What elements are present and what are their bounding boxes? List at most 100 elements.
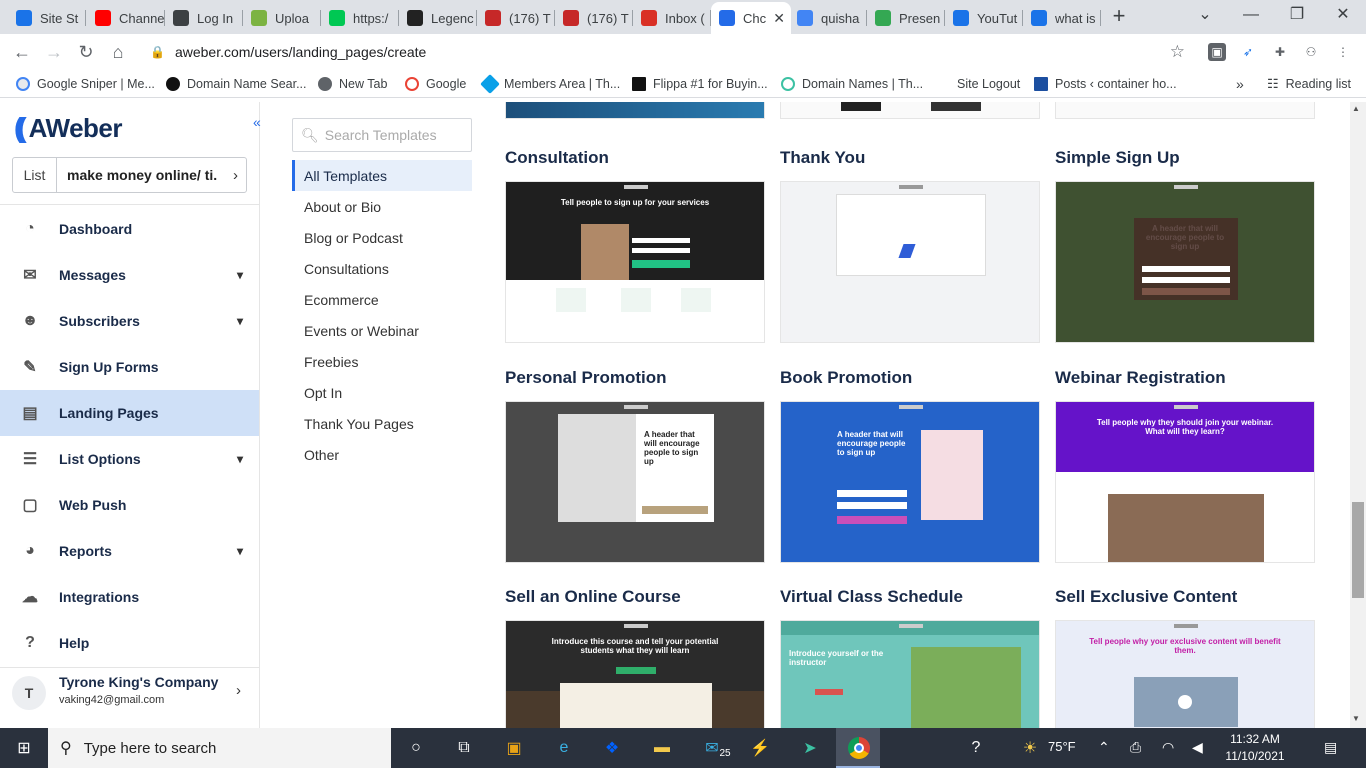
sidebar-item-help[interactable]: ? Help	[0, 620, 259, 666]
template-title[interactable]: Simple Sign Up	[1055, 148, 1315, 170]
filter-about-or-bio[interactable]: About or Bio	[292, 191, 472, 222]
template-card[interactable]: Simple Sign Up A header that will encoura…	[1055, 148, 1315, 343]
bookmark-item[interactable]: Site Logout	[957, 75, 1020, 93]
scrollbar-thumb[interactable]	[1352, 502, 1364, 598]
template-title[interactable]: Consultation	[505, 148, 765, 170]
filter-events-or-webinar[interactable]: Events or Webinar	[292, 315, 472, 346]
taskbar-search[interactable]: ⚲ Type here to search	[48, 728, 391, 768]
browser-tab[interactable]: Inbox (	[633, 4, 711, 32]
browser-tab[interactable]: Channe	[87, 4, 165, 32]
filter-freebies[interactable]: Freebies	[292, 346, 472, 377]
filter-thank-you-pages[interactable]: Thank You Pages	[292, 408, 472, 439]
template-thumbnail-partial[interactable]	[780, 102, 1040, 119]
browser-tab[interactable]: Legenc	[399, 4, 477, 32]
bookmark-item[interactable]: Flippa #1 for Buyin...	[632, 75, 768, 93]
template-card[interactable]: Thank You Thanks for signing up!	[780, 148, 1040, 343]
task-view-icon[interactable]: ⧉	[452, 736, 476, 760]
back-arrow-icon[interactable]: ←	[10, 40, 34, 64]
home-icon[interactable]: ⌂	[106, 40, 130, 64]
store-icon[interactable]: ▣	[502, 736, 526, 760]
bookmark-item[interactable]: Posts ‹ container ho...	[1034, 75, 1177, 93]
template-card[interactable]: Virtual Class Schedule Introduce yourself…	[780, 587, 1040, 728]
browser-tab[interactable]: Site St	[8, 4, 86, 32]
browser-tab[interactable]: (176) T	[477, 4, 555, 32]
help-icon[interactable]: ?	[964, 736, 988, 760]
template-thumbnail[interactable]: Introduce yourself or the instructor	[780, 620, 1040, 728]
chrome-taskbar-button[interactable]	[836, 728, 880, 768]
template-thumbnail[interactable]: Introduce this course and tell your pote…	[505, 620, 765, 728]
chevron-down-icon[interactable]: ▾	[237, 452, 243, 466]
notifications-icon[interactable]: ▤	[1324, 739, 1337, 756]
device-icon[interactable]: ⎙	[1130, 739, 1141, 756]
filter-consultations[interactable]: Consultations	[292, 253, 472, 284]
template-title[interactable]: Virtual Class Schedule	[780, 587, 1040, 609]
bookmark-item[interactable]: Members Area | Th...	[480, 74, 620, 94]
browser-tab[interactable]: Presen	[867, 4, 945, 32]
sidebar-item-integrations[interactable]: ☁ Integrations	[0, 574, 259, 620]
close-tab-icon[interactable]: ✕	[773, 10, 785, 27]
app-bolt-icon[interactable]: ⚡	[748, 736, 772, 760]
reading-list-button[interactable]: ☷ Reading list	[1267, 75, 1351, 93]
bookmark-item[interactable]: Google Sniper | Me...	[16, 75, 155, 93]
template-title[interactable]: Book Promotion	[780, 368, 1040, 390]
template-thumbnail[interactable]: Tell people why they should join your we…	[1055, 401, 1315, 563]
template-thumbnail-partial[interactable]	[505, 102, 765, 119]
template-card[interactable]: Sell Exclusive Content Tell people why yo…	[1055, 587, 1315, 728]
chevron-down-icon[interactable]: ▾	[237, 544, 243, 558]
template-title[interactable]: Personal Promotion	[505, 368, 765, 390]
account-switcher[interactable]: T Tyrone King's Company vaking42@gmail.c…	[0, 667, 259, 723]
search-input[interactable]	[324, 127, 465, 143]
template-card[interactable]: Personal Promotion A header that will enc…	[505, 368, 765, 563]
template-thumbnail[interactable]: Thanks for signing up!	[780, 181, 1040, 343]
browser-tab[interactable]: Chc ✕	[711, 2, 791, 34]
template-thumbnail[interactable]: Tell people to sign up for your services	[505, 181, 765, 343]
extension-bird-icon[interactable]: ➶	[1239, 43, 1257, 61]
sidebar-item-messages[interactable]: ✉ Messages ▾	[0, 252, 259, 298]
template-search[interactable]: 🔍︎	[292, 118, 472, 152]
template-title[interactable]: Thank You	[780, 148, 1040, 170]
scroll-down-arrow-icon[interactable]: ▼	[1352, 714, 1360, 723]
forward-arrow-icon[interactable]: →	[42, 40, 66, 64]
list-selector[interactable]: List make money online/ ti... ›	[12, 157, 247, 193]
sidebar-item-dashboard[interactable]: ◔ Dashboard	[0, 206, 259, 252]
sidebar-item-list-options[interactable]: ☰ List Options ▾	[0, 436, 259, 482]
wifi-icon[interactable]: ◠	[1162, 739, 1174, 756]
new-tab-button[interactable]: +	[1108, 5, 1130, 28]
close-window-button[interactable]: ✕	[1320, 4, 1366, 28]
chevron-down-icon[interactable]: ▾	[237, 314, 243, 328]
file-explorer-icon[interactable]: ▬	[650, 736, 674, 760]
weather-temp[interactable]: 75°F	[1048, 739, 1076, 754]
browser-tab[interactable]: https:/	[321, 4, 399, 32]
template-card[interactable]: Consultation Tell people to sign up for y…	[505, 148, 765, 343]
maximize-button[interactable]: ❐	[1274, 4, 1320, 28]
edge-icon[interactable]: e	[552, 736, 576, 760]
app-arrow-icon[interactable]: ➤	[798, 736, 822, 760]
template-title[interactable]: Sell an Online Course	[505, 587, 765, 609]
browser-tab[interactable]: YouTut	[945, 4, 1023, 32]
tray-overflow-icon[interactable]: ⌃	[1098, 739, 1110, 756]
template-card[interactable]: Sell an Online Course Introduce this cour…	[505, 587, 765, 728]
profile-icon[interactable]: ⚇	[1302, 43, 1320, 61]
browser-tab[interactable]: Uploa	[243, 4, 321, 32]
scrollbar[interactable]	[1350, 102, 1366, 728]
browser-tab[interactable]: what is	[1023, 4, 1101, 32]
clock[interactable]: 11:32 AM 11/10/2021	[1224, 731, 1286, 765]
windows-start-icon[interactable]: ⊞	[12, 736, 36, 760]
sidebar-item-web-push[interactable]: ▢ Web Push	[0, 482, 259, 528]
tab-search-chevron-icon[interactable]: ⌄	[1182, 4, 1228, 28]
sidebar-item-reports[interactable]: ◕ Reports ▾	[0, 528, 259, 574]
filter-opt-in[interactable]: Opt In	[292, 377, 472, 408]
minimize-button[interactable]: —	[1228, 4, 1274, 28]
filter-blog-or-podcast[interactable]: Blog or Podcast	[292, 222, 472, 253]
cortana-icon[interactable]: ○	[404, 736, 428, 760]
scroll-up-arrow-icon[interactable]: ▲	[1352, 104, 1360, 113]
chevron-down-icon[interactable]: ▾	[237, 268, 243, 282]
reload-icon[interactable]: ↻	[74, 40, 98, 64]
browser-tab[interactable]: (176) T	[555, 4, 633, 32]
template-thumbnail[interactable]: Tell people why your exclusive content w…	[1055, 620, 1315, 728]
template-thumbnail[interactable]: A header that will encourage people to s…	[1055, 181, 1315, 343]
template-title[interactable]: Sell Exclusive Content	[1055, 587, 1315, 609]
browser-tab[interactable]: quisha	[789, 4, 867, 32]
dropbox-icon[interactable]: ❖	[600, 736, 624, 760]
extensions-puzzle-icon[interactable]: ✚	[1271, 43, 1289, 61]
